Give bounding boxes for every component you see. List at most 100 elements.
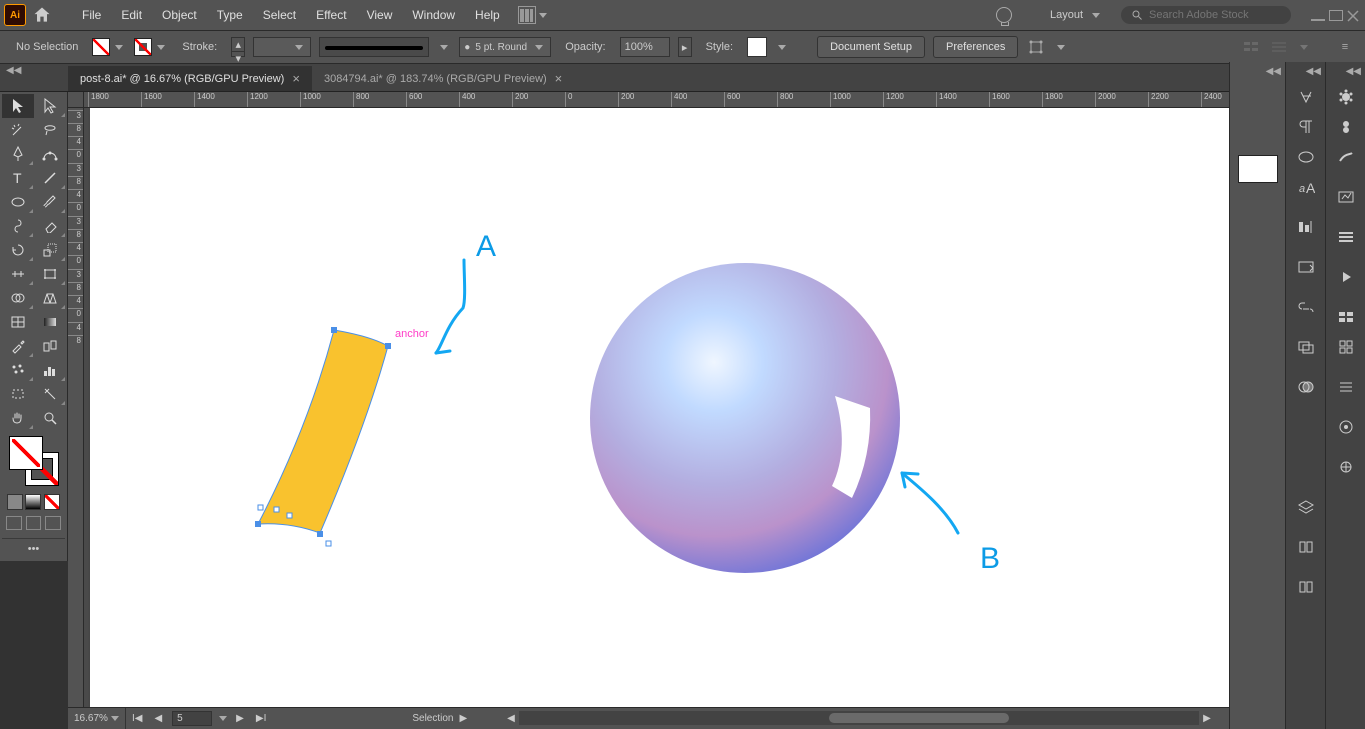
draw-inside[interactable]	[45, 516, 61, 530]
fill-box[interactable]	[9, 436, 43, 470]
close-icon[interactable]: ×	[292, 71, 300, 86]
close-icon[interactable]: ×	[555, 71, 563, 86]
paintbrush-tool[interactable]	[34, 190, 66, 214]
separations-panel-icon[interactable]	[1331, 303, 1361, 331]
vertical-ruler[interactable]: 384038403840384048	[68, 108, 84, 707]
glyphs-panel-icon[interactable]: aA	[1291, 173, 1321, 201]
brush-definition[interactable]: ●5 pt. Round	[459, 37, 551, 57]
opacity-dropdown[interactable]: ▸	[678, 37, 692, 57]
eyedropper-tool[interactable]	[2, 334, 34, 358]
learn-icon[interactable]	[996, 7, 1012, 23]
shaper-tool[interactable]	[2, 214, 34, 238]
preferences-button[interactable]: Preferences	[933, 36, 1018, 58]
properties-panel-icon[interactable]	[1291, 83, 1321, 111]
menu-view[interactable]: View	[357, 2, 403, 28]
graphic-style-swatch[interactable]	[747, 37, 767, 57]
profile-dropdown[interactable]	[440, 45, 448, 50]
menu-help[interactable]: Help	[465, 2, 510, 28]
canvas-viewport[interactable]: anchor A B	[84, 108, 1229, 707]
home-icon[interactable]	[32, 5, 52, 25]
status-menu-icon[interactable]: ▶	[453, 713, 473, 724]
color-gradient[interactable]	[25, 494, 41, 510]
panel-collapse-icon[interactable]: ◀◀	[1286, 62, 1325, 81]
symbol-sprayer-tool[interactable]	[2, 358, 34, 382]
ellipse-tool[interactable]	[2, 190, 34, 214]
brushes-panel-icon[interactable]	[1331, 143, 1361, 171]
search-stock[interactable]	[1121, 6, 1291, 24]
align-dropdown[interactable]	[1300, 45, 1308, 50]
appearance-panel-icon[interactable]	[1331, 413, 1361, 441]
type-tool[interactable]: T	[2, 166, 34, 190]
draw-normal[interactable]	[6, 516, 22, 530]
color-none[interactable]	[44, 494, 60, 510]
rotate-tool[interactable]	[2, 238, 34, 262]
blend-tool[interactable]	[34, 334, 66, 358]
restore-button[interactable]	[1329, 10, 1343, 21]
shape-builder-tool[interactable]	[2, 286, 34, 310]
align-center-icon[interactable]	[1269, 37, 1289, 57]
opentype-panel-icon[interactable]	[1291, 143, 1321, 171]
next-artboard-icon[interactable]: ▶	[230, 713, 250, 724]
last-artboard-icon[interactable]: ▶I	[250, 713, 272, 724]
transform-panel-icon-right[interactable]	[1331, 373, 1361, 401]
transparency-panel-icon[interactable]	[1291, 373, 1321, 401]
menu-effect[interactable]: Effect	[306, 2, 356, 28]
toolbar-collapse-icon[interactable]: ◀◀	[6, 65, 21, 76]
style-dropdown[interactable]	[778, 45, 786, 50]
menu-file[interactable]: File	[72, 2, 111, 28]
lasso-tool[interactable]	[34, 118, 66, 142]
gradient-tool[interactable]	[34, 310, 66, 334]
edit-toolbar-button[interactable]: •••	[2, 538, 65, 559]
layers-panel-icon[interactable]	[1291, 493, 1321, 521]
tab-post8[interactable]: post-8.ai* @ 16.67% (RGB/GPU Preview)×	[68, 66, 312, 91]
variable-width-profile[interactable]	[319, 37, 429, 57]
recolor-icon[interactable]	[1331, 83, 1361, 111]
search-input[interactable]	[1149, 9, 1279, 21]
arrange-docs-icon[interactable]	[518, 6, 536, 24]
line-tool[interactable]	[34, 166, 66, 190]
workspace-switcher[interactable]: Layout	[1042, 5, 1111, 25]
zoom-level[interactable]: 16.67%	[68, 708, 126, 729]
minimize-button[interactable]	[1311, 10, 1325, 21]
artboard[interactable]: anchor A B	[90, 108, 1229, 707]
prev-artboard-icon[interactable]: ◀	[148, 713, 168, 724]
stroke-weight-spinner[interactable]: ▴▾	[231, 37, 245, 57]
width-tool[interactable]	[2, 262, 34, 286]
close-button[interactable]	[1347, 10, 1361, 21]
mesh-tool[interactable]	[2, 310, 34, 334]
slice-tool[interactable]	[34, 382, 66, 406]
arrange-dropdown-icon[interactable]	[539, 13, 547, 18]
menu-edit[interactable]: Edit	[111, 2, 152, 28]
zoom-tool[interactable]	[34, 406, 66, 430]
align-left-icon[interactable]	[1241, 37, 1261, 57]
hscroll-thumb[interactable]	[829, 713, 1009, 723]
menu-select[interactable]: Select	[253, 2, 306, 28]
free-transform-tool[interactable]	[34, 262, 66, 286]
scale-tool[interactable]	[34, 238, 66, 262]
document-setup-button[interactable]: Document Setup	[817, 36, 925, 58]
scroll-left-icon[interactable]: ◀	[505, 711, 517, 725]
hand-tool[interactable]	[2, 406, 34, 430]
column-graph-tool[interactable]	[34, 358, 66, 382]
navigator-panel-icon[interactable]	[1331, 453, 1361, 481]
artboards-panel-icon[interactable]	[1291, 333, 1321, 361]
menu-window[interactable]: Window	[402, 2, 465, 28]
magic-wand-tool[interactable]	[2, 118, 34, 142]
image-trace-icon[interactable]	[1331, 183, 1361, 211]
transform-dropdown[interactable]	[1057, 45, 1065, 50]
links-panel-icon[interactable]	[1291, 293, 1321, 321]
stroke-weight-input[interactable]	[253, 37, 311, 57]
asset-export-icon[interactable]	[1291, 253, 1321, 281]
artboard-number[interactable]: 5	[172, 711, 212, 726]
draw-behind[interactable]	[26, 516, 42, 530]
align-panel-icon[interactable]	[1291, 213, 1321, 241]
horizontal-ruler[interactable]: 1800160014001200100080060040020002004006…	[84, 92, 1229, 108]
direct-selection-tool[interactable]	[34, 94, 66, 118]
horizontal-scrollbar[interactable]: ◀ ▶	[505, 711, 1213, 725]
panel-collapse-icon[interactable]: ◀◀	[1326, 62, 1365, 81]
menu-object[interactable]: Object	[152, 2, 207, 28]
artboard-tool[interactable]	[2, 382, 34, 406]
stroke-swatch[interactable]	[134, 38, 168, 56]
color-solid[interactable]	[7, 494, 23, 510]
panel-collapse-icon[interactable]: ◀◀	[1230, 62, 1285, 81]
